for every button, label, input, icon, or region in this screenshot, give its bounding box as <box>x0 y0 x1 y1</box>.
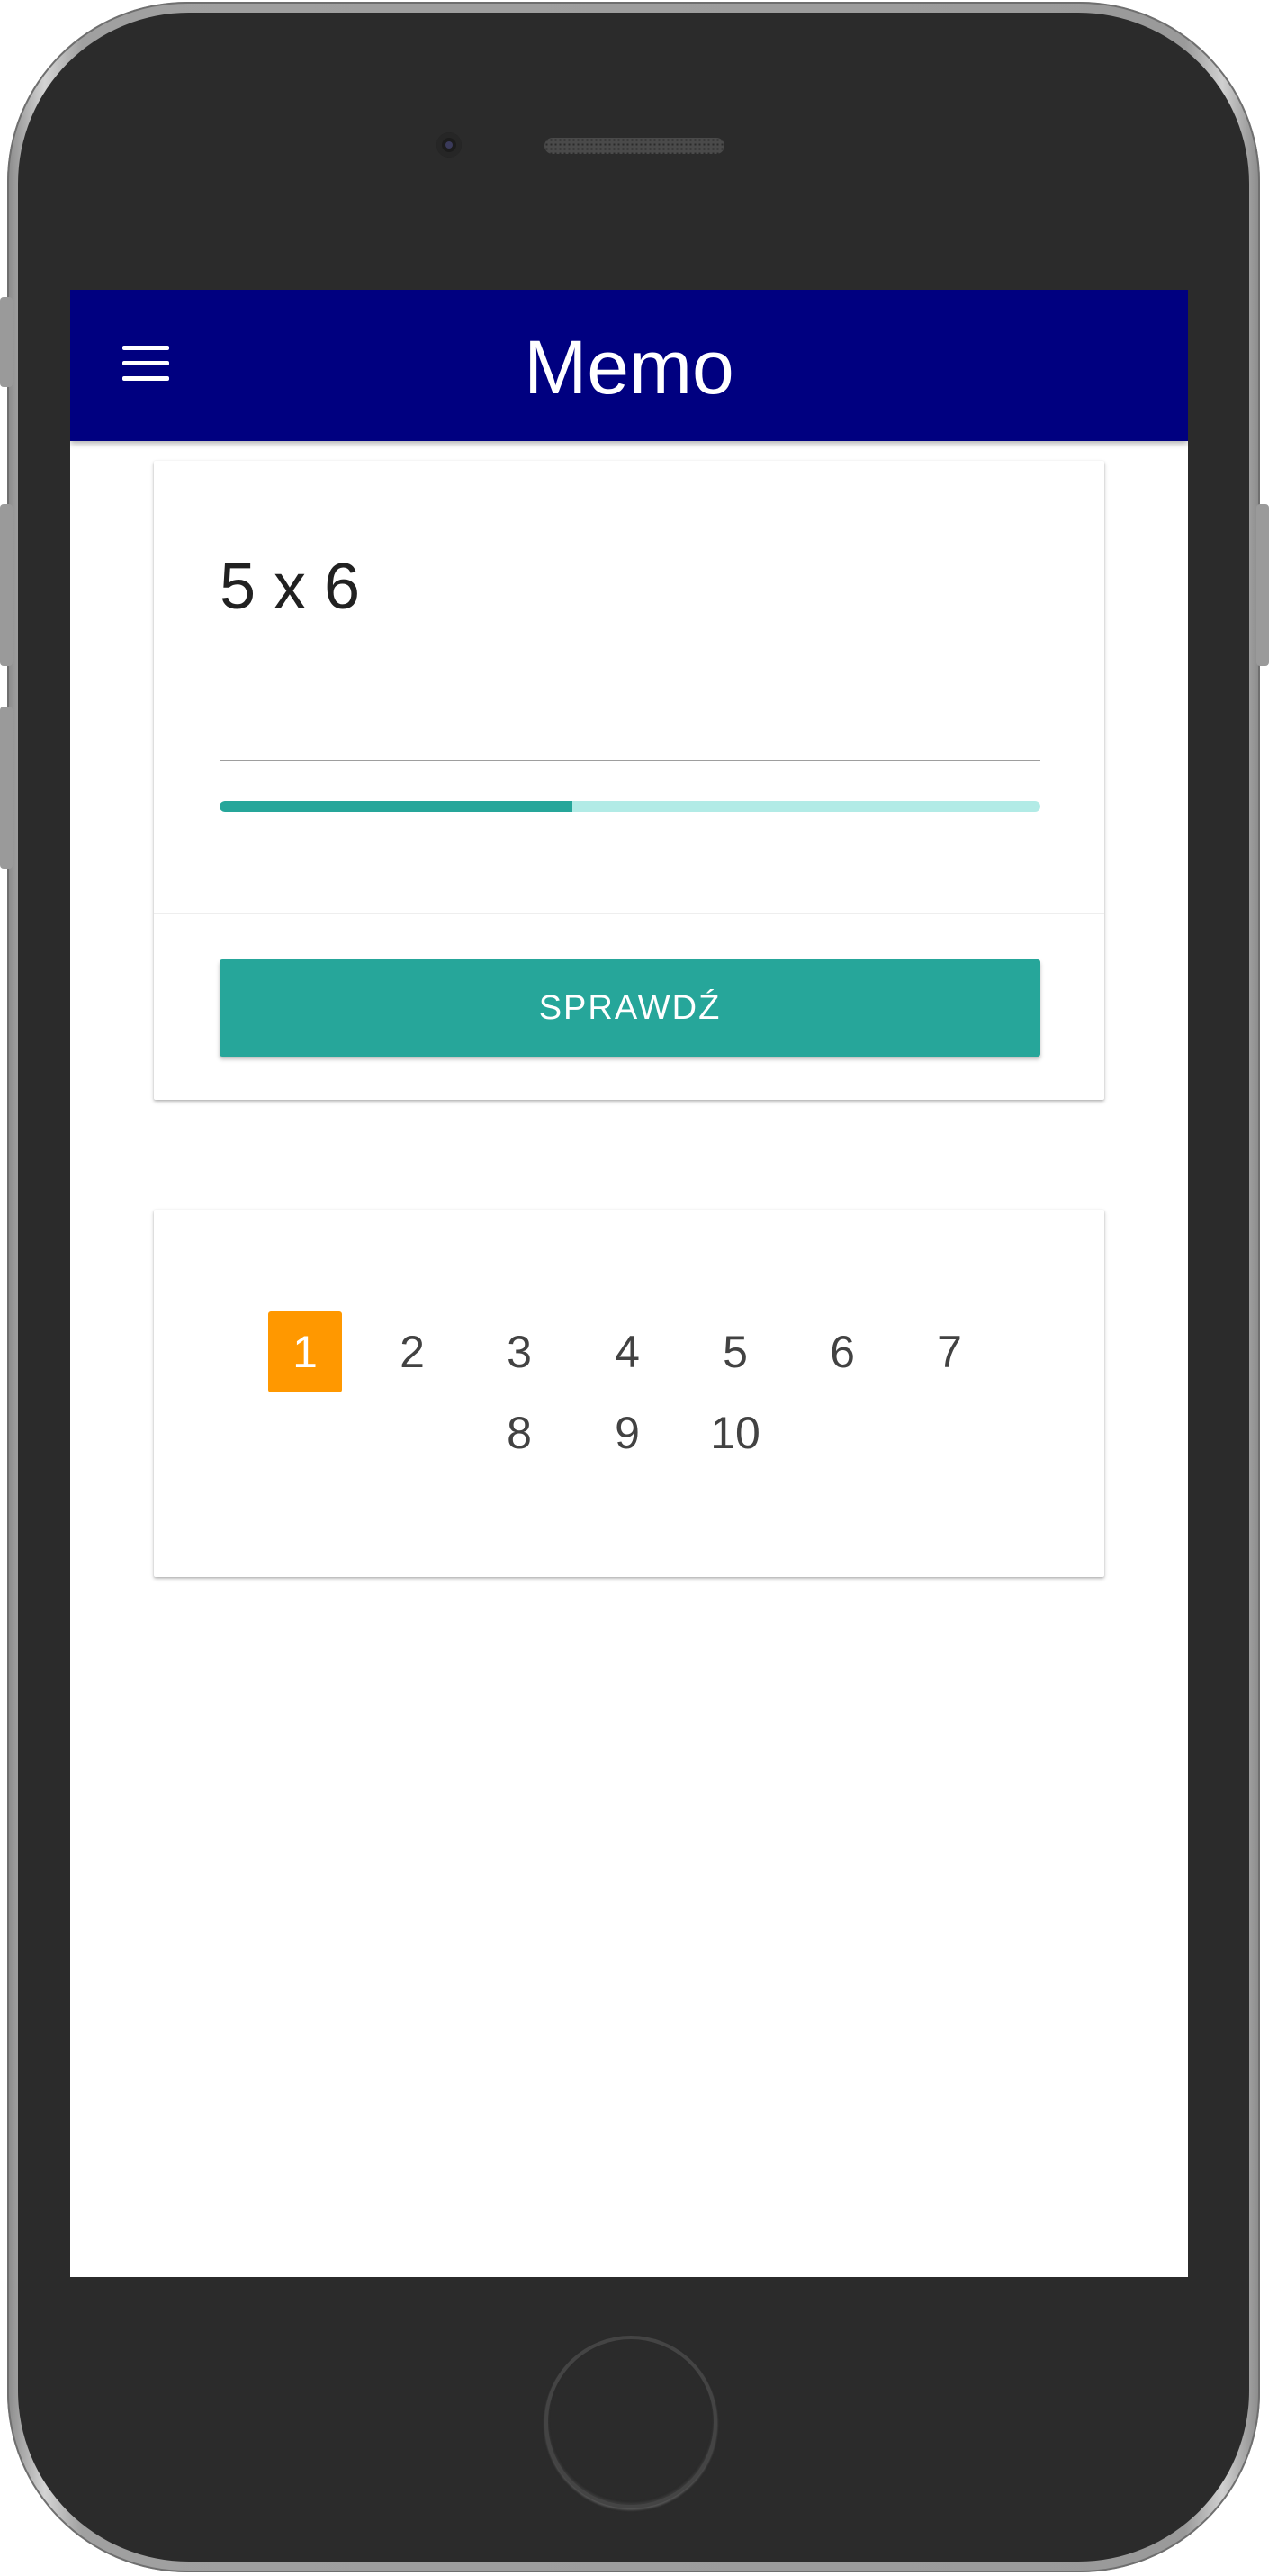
page-item-2[interactable]: 2 <box>375 1311 449 1392</box>
page-item-10[interactable]: 10 <box>698 1392 772 1473</box>
answer-input[interactable] <box>220 704 1040 761</box>
front-camera <box>436 132 462 158</box>
page-item-6[interactable]: 6 <box>806 1311 879 1392</box>
home-button[interactable] <box>544 2336 717 2508</box>
progress-bar <box>220 801 1040 812</box>
page-item-9[interactable]: 9 <box>590 1392 664 1473</box>
page-item-3[interactable]: 3 <box>482 1311 556 1392</box>
volume-up-button <box>0 504 13 666</box>
app-screen: Memo 5 x 6 SPRAWDŹ 1 2 3 4 5 6 7 8 9 10 <box>70 290 1188 2277</box>
page-item-1[interactable]: 1 <box>268 1311 342 1392</box>
page-item-4[interactable]: 4 <box>590 1311 664 1392</box>
app-bar: Memo <box>70 290 1188 441</box>
check-button[interactable]: SPRAWDŹ <box>220 959 1040 1057</box>
question-text: 5 x 6 <box>220 551 361 623</box>
pagination-card: 1 2 3 4 5 6 7 8 9 10 <box>154 1210 1104 1577</box>
exercise-card: 5 x 6 SPRAWDŹ <box>154 461 1104 1100</box>
app-title: Memo <box>524 325 734 410</box>
page-item-5[interactable]: 5 <box>698 1311 772 1392</box>
mute-switch <box>0 297 13 387</box>
page-item-7[interactable]: 7 <box>913 1311 986 1392</box>
pagination: 1 2 3 4 5 6 7 8 9 10 <box>154 1210 1104 1577</box>
page-item-8[interactable]: 8 <box>482 1392 556 1473</box>
power-button <box>1256 504 1269 666</box>
volume-down-button <box>0 707 13 869</box>
progress-fill <box>220 801 573 812</box>
earpiece-speaker <box>544 138 724 154</box>
card-divider <box>154 913 1104 914</box>
